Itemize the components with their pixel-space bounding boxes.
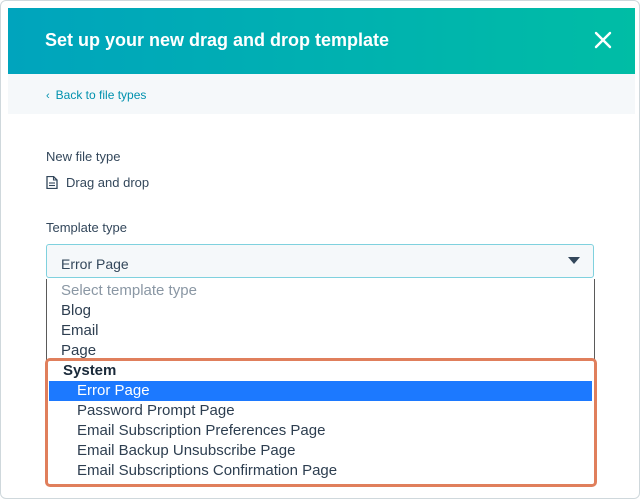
modal-title: Set up your new drag and drop template (45, 30, 390, 50)
option-group-system: System (63, 362, 117, 379)
file-type-value: Drag and drop (46, 175, 149, 190)
document-icon (46, 176, 58, 189)
new-file-type-label: New file type (46, 149, 121, 164)
option-email[interactable]: Email (61, 321, 99, 341)
option-email-backup-unsubscribe-page[interactable]: Email Backup Unsubscribe Page (49, 441, 295, 461)
template-type-dropdown: Select template type Blog Email Page Sys… (46, 279, 595, 485)
option-page[interactable]: Page (61, 341, 96, 361)
close-button[interactable] (589, 26, 617, 54)
caret-down-icon (568, 257, 580, 264)
modal-window: Set up your new drag and drop template ‹… (0, 0, 640, 499)
option-password-prompt-page[interactable]: Password Prompt Page (49, 401, 235, 421)
template-type-select[interactable]: Error Page (46, 244, 594, 278)
template-type-selected-value: Error Page (61, 256, 129, 272)
option-placeholder[interactable]: Select template type (61, 281, 197, 301)
option-blog[interactable]: Blog (61, 301, 91, 321)
back-link-label: Back to file types (55, 88, 147, 102)
option-error-page[interactable]: Error Page (49, 381, 592, 401)
back-to-file-types-link[interactable]: ‹ Back to file types (46, 88, 146, 102)
back-bar: ‹ Back to file types (8, 74, 635, 114)
file-type-text: Drag and drop (66, 175, 150, 190)
chevron-left-icon: ‹ (46, 90, 50, 102)
option-email-subscriptions-confirmation-page[interactable]: Email Subscriptions Confirmation Page (49, 461, 337, 481)
modal-header: Set up your new drag and drop template (8, 8, 635, 74)
template-type-label: Template type (46, 220, 127, 235)
close-icon (594, 31, 612, 49)
option-email-subscription-preferences-page[interactable]: Email Subscription Preferences Page (49, 421, 325, 441)
